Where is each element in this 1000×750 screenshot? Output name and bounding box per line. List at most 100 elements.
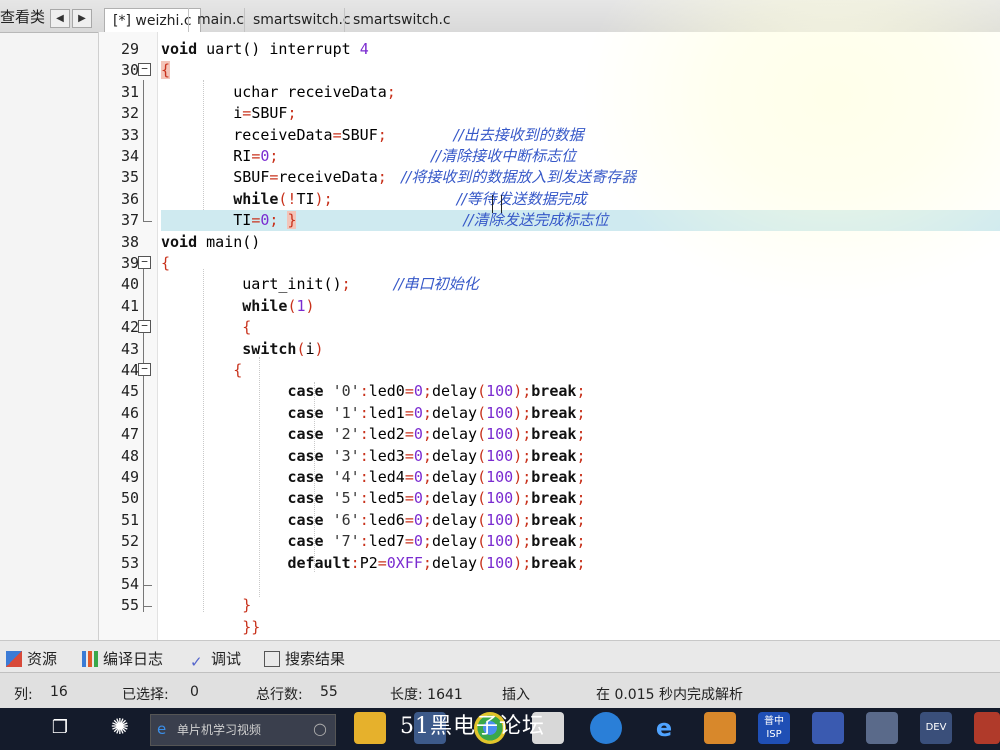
code-token: break — [531, 489, 577, 508]
line-number: 36 — [120, 189, 139, 208]
code-line[interactable]: 51 case '6':led6=0;delay(100);break; — [99, 510, 1000, 531]
line-number: 54 — [120, 575, 139, 593]
code-line[interactable]: 42− { — [99, 317, 1000, 338]
code-token: 0 — [413, 446, 423, 465]
code-line[interactable]: 41 while(1) — [99, 296, 1000, 317]
panel-tab-resources-label: 资源 — [27, 650, 58, 668]
code-line[interactable]: 43 switch(i) — [99, 339, 1000, 360]
code-line[interactable]: 38 void main() — [99, 232, 1000, 253]
code-text: case '0':led0=0;delay(100);break; — [161, 381, 585, 402]
code-line[interactable]: 39−{ — [99, 253, 1000, 274]
code-token: ) — [513, 553, 523, 572]
edge-icon[interactable]: e — [648, 712, 680, 744]
search-results-icon — [264, 651, 280, 667]
code-line[interactable]: 50 case '5':led5=0;delay(100);break; — [99, 488, 1000, 509]
line-number: 31 — [120, 82, 139, 101]
code-line[interactable]: 45 case '0':led0=0;delay(100);break; — [99, 381, 1000, 402]
tab-main-c[interactable]: main.c — [188, 8, 252, 32]
code-token: case — [287, 532, 324, 551]
code-token: interrupt — [269, 40, 360, 58]
code-line[interactable]: 32 i=SBUF; — [99, 103, 1000, 124]
status-parse-message: 在 0.015 秒内完成解析 — [596, 687, 743, 703]
line-number: 55 — [120, 596, 139, 615]
building-icon[interactable] — [866, 712, 898, 744]
game-icon[interactable] — [974, 712, 1000, 744]
code-token: led6 — [368, 510, 405, 529]
code-token: : — [359, 382, 369, 401]
dev-icon[interactable]: DEV — [920, 712, 952, 744]
taskbar-search-box[interactable]: e 单片机学习视频 ○ — [150, 714, 336, 746]
tab-scroll-left-icon[interactable]: ◀ — [50, 9, 70, 28]
code-line[interactable]: 34 RI=0; //清除接收中断标志位 — [99, 146, 1000, 167]
code-line[interactable]: 29 void uart() interrupt 4 — [99, 39, 1000, 60]
code-token: ( — [477, 553, 487, 572]
panel-tab-debug[interactable]: ✓ 调试 — [190, 648, 241, 671]
panel-tab-resources[interactable]: 资源 — [6, 648, 57, 669]
task-view-icon[interactable]: ❐ — [44, 712, 76, 744]
code-line[interactable]: 48 case '3':led3=0;delay(100);break; — [99, 446, 1000, 467]
code-token: ( — [477, 403, 487, 422]
line-number: 49 — [120, 468, 139, 486]
code-line[interactable]: 54 — [99, 574, 1000, 595]
blue-app-icon[interactable] — [590, 712, 622, 744]
code-line[interactable]: }} — [99, 617, 1000, 638]
code-line[interactable]: 49 case '4':led4=0;delay(100);break; — [99, 467, 1000, 488]
code-editor[interactable]: 29 void uart() interrupt 4 30−{31 uchar re… — [98, 32, 1000, 640]
tab-smartswitch-c-2[interactable]: smartswitch.c — [344, 8, 459, 32]
code-token: case — [287, 382, 324, 401]
code-token: ; — [576, 403, 586, 422]
code-text: { — [161, 317, 251, 338]
code-token: case — [287, 425, 324, 444]
panel-tab-search-results[interactable]: 搜索结果 — [264, 648, 345, 669]
keil-icon[interactable] — [812, 712, 844, 744]
fold-toggle-icon[interactable]: − — [138, 63, 151, 77]
code-line[interactable]: 36 while(!TI); //等待发送数据完成 — [99, 189, 1000, 210]
code-line[interactable]: 47 case '2':led2=0;delay(100);break; — [99, 424, 1000, 445]
line-number: 45 — [120, 382, 139, 401]
code-line[interactable]: 30−{ — [99, 60, 1000, 81]
code-comment: //清除接收中断标志位 — [278, 147, 577, 165]
code-token: 0 — [413, 532, 423, 551]
code-line[interactable]: 40 uart_init(); //串口初始化 — [99, 274, 1000, 295]
tab-scroll-right-icon[interactable]: ▶ — [72, 9, 92, 28]
folder-icon[interactable] — [354, 712, 386, 744]
isp-icon[interactable]: 普中 ISP — [758, 712, 790, 744]
code-token: led4 — [368, 468, 405, 486]
code-line[interactable]: 37 TI=0; } //清除发送完成标志位 — [121, 210, 1000, 232]
code-line[interactable]: 55 } — [99, 595, 1000, 616]
code-token: ; — [422, 425, 432, 444]
code-token: '1' — [332, 403, 360, 422]
code-token: ) — [513, 425, 523, 444]
taskbar-search-text: 单片机学习视频 — [177, 723, 262, 737]
fold-toggle-icon[interactable]: − — [138, 363, 151, 376]
code-text: { — [161, 60, 171, 81]
archive-icon[interactable] — [704, 712, 736, 744]
code-token: ; — [422, 510, 432, 529]
code-token: delay — [431, 446, 478, 465]
code-line[interactable]: 33 receiveData=SBUF; //出去接收到的数据 — [99, 125, 1000, 146]
code-line[interactable]: 31 uchar receiveData; — [99, 82, 1000, 103]
code-token: ; — [576, 468, 586, 486]
tab-weizhi-c[interactable]: [*] weizhi.c — [104, 8, 201, 33]
code-token: '0' — [332, 382, 360, 401]
panel-tab-compile-log[interactable]: 编译日志 — [82, 648, 163, 669]
code-text: case '6':led6=0;delay(100);break; — [161, 510, 585, 531]
code-line[interactable]: 53 default:P2=0XFF;delay(100);break; — [99, 553, 1000, 574]
code-token: ( — [477, 446, 487, 465]
fold-toggle-icon[interactable]: − — [138, 320, 151, 334]
code-line[interactable]: 52 case '7':led7=0;delay(100);break; — [99, 531, 1000, 552]
code-token: { — [161, 254, 171, 272]
code-line[interactable]: 35 SBUF=receiveData; //将接收到的数据放入到发送寄存器 — [99, 167, 1000, 188]
fold-toggle-icon[interactable]: − — [138, 256, 151, 269]
code-token: '5' — [332, 489, 360, 508]
line-number: 50 — [120, 489, 139, 508]
tab-smartswitch-c-1[interactable]: smartswitch.c — [244, 8, 359, 32]
code-token: P2 — [359, 553, 378, 572]
pinwheel-icon[interactable]: ✺ — [104, 712, 136, 744]
code-line[interactable]: 46 case '1':led1=0;delay(100);break; — [99, 403, 1000, 424]
code-line[interactable]: 44− { — [99, 360, 1000, 381]
